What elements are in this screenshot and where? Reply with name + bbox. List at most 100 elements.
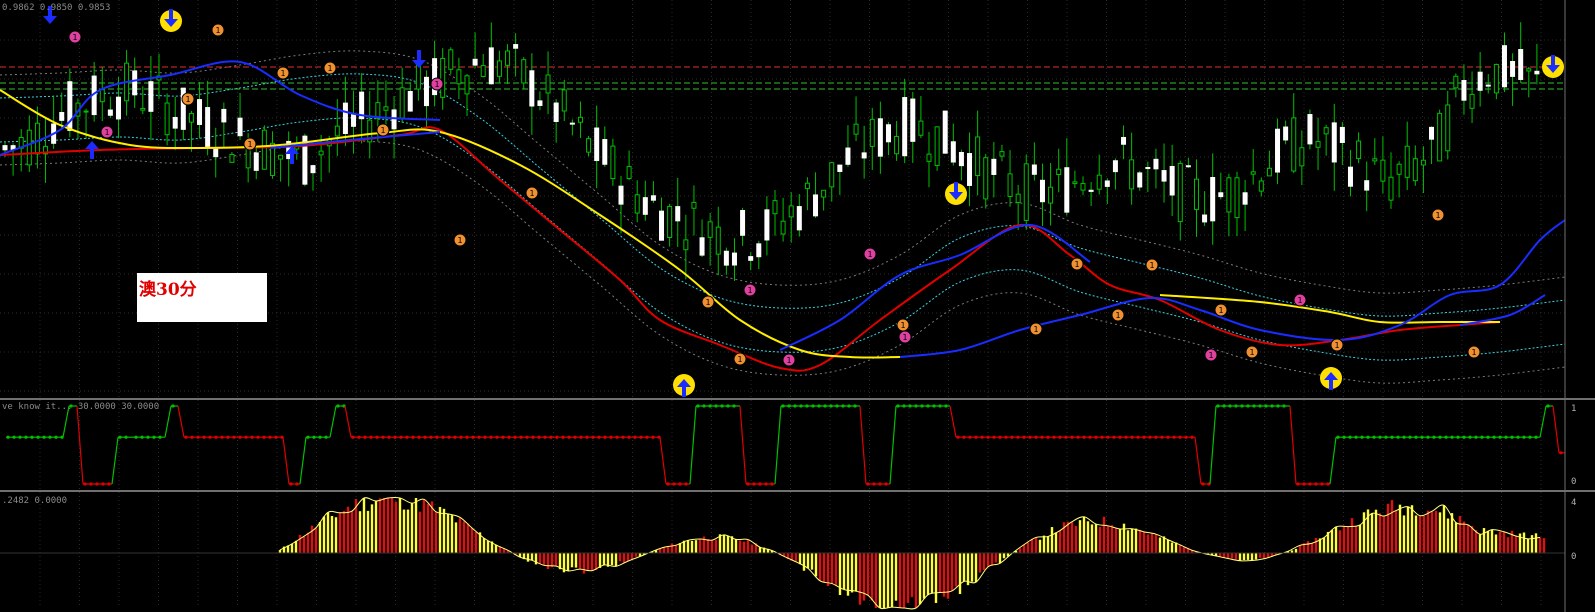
candle-body — [553, 102, 559, 122]
candle-body — [1137, 172, 1143, 188]
candle-body — [1023, 163, 1029, 221]
osc-dot — [1282, 404, 1286, 408]
candle-body — [140, 107, 146, 111]
candle-body — [1242, 192, 1248, 205]
osc-dot — [429, 435, 433, 439]
candle-body — [148, 81, 154, 112]
osc-dot — [1492, 435, 1496, 439]
osc-dot — [817, 404, 821, 408]
osc-dot — [1504, 435, 1508, 439]
osc-dot — [1040, 435, 1044, 439]
osc-dot — [1184, 435, 1188, 439]
candle-body — [1161, 170, 1167, 182]
candle-body — [1226, 177, 1232, 213]
candle-body — [1356, 140, 1362, 160]
osc-dot — [318, 435, 322, 439]
osc-dot — [1112, 435, 1116, 439]
candle-body — [1485, 84, 1491, 87]
osc-dot — [495, 435, 499, 439]
osc-scale-top: 1 — [1571, 404, 1577, 414]
candle-body — [1404, 145, 1410, 178]
osc-dot — [1420, 435, 1424, 439]
candle-body — [456, 69, 462, 85]
hist-scale-zero: 0 — [1571, 552, 1577, 562]
candle-body — [448, 49, 454, 70]
osc-dot — [627, 435, 631, 439]
osc-dot — [1022, 435, 1026, 439]
osc-swing — [1209, 405, 1217, 485]
osc-dot — [1178, 435, 1182, 439]
osc-dot — [1450, 435, 1454, 439]
candle-body — [172, 116, 178, 129]
candle-body — [618, 185, 624, 205]
candle-body — [197, 99, 203, 125]
osc-dot — [938, 404, 942, 408]
candle-body — [796, 206, 802, 231]
osc-dot — [841, 404, 845, 408]
candle-body — [1347, 166, 1353, 187]
candle-body — [26, 129, 32, 166]
candle-body — [1331, 122, 1337, 163]
candle-body — [813, 194, 819, 217]
candle-body — [586, 138, 592, 153]
osc-dot — [998, 435, 1002, 439]
candle-body — [1072, 181, 1078, 185]
candle-body — [221, 108, 227, 123]
osc-dot — [974, 435, 978, 439]
fast-ema-line — [0, 126, 1501, 372]
osc-dot — [1444, 435, 1448, 439]
osc-dot — [1372, 435, 1376, 439]
candle-body — [602, 139, 608, 165]
osc-swing — [344, 405, 352, 438]
osc-dot — [770, 482, 774, 486]
candle-body — [731, 252, 737, 266]
osc-swing — [282, 437, 290, 485]
osc-dot — [274, 435, 278, 439]
candle-body — [885, 124, 891, 143]
osc-dot — [672, 482, 676, 486]
osc-dot — [591, 435, 595, 439]
osc-dot — [720, 404, 724, 408]
candle-body — [310, 165, 316, 174]
osc-dot — [387, 435, 391, 439]
osc-dot — [799, 404, 803, 408]
osc-dot — [1166, 435, 1170, 439]
osc-dot — [896, 404, 900, 408]
osc-dot — [1462, 435, 1466, 439]
osc-dot — [902, 404, 906, 408]
candle-body — [318, 150, 324, 156]
osc-dot — [134, 435, 138, 439]
marker-digit: 1 — [529, 189, 534, 198]
osc-dot — [986, 435, 990, 439]
candle-body — [1437, 112, 1443, 162]
osc-dot — [609, 435, 613, 439]
osc-dot — [399, 435, 403, 439]
osc-dot — [1160, 435, 1164, 439]
osc-dot — [202, 435, 206, 439]
candle-body — [213, 148, 219, 158]
marker-digit: 1 — [900, 321, 905, 330]
osc-dot — [190, 435, 194, 439]
candle-body — [715, 226, 721, 255]
osc-dot — [1216, 404, 1220, 408]
candle-body — [1104, 180, 1110, 187]
mid-ema-line-1b — [269, 131, 441, 149]
candle-body — [464, 75, 470, 95]
osc-dot — [417, 435, 421, 439]
osc-dot — [633, 435, 637, 439]
candle-body — [1064, 167, 1070, 213]
osc-swing — [1329, 437, 1337, 485]
osc-dot — [980, 435, 984, 439]
osc-dot — [519, 435, 523, 439]
osc-dot — [1252, 404, 1256, 408]
osc-dot — [1004, 435, 1008, 439]
candle-body — [1453, 75, 1459, 89]
osc-dot — [405, 435, 409, 439]
candle-body — [107, 109, 113, 116]
candle-body — [764, 209, 770, 241]
osc-dot — [1136, 435, 1140, 439]
candle-body — [999, 151, 1005, 157]
marker-digit: 1 — [1033, 325, 1038, 334]
osc-dot — [884, 482, 888, 486]
osc-dot — [381, 435, 385, 439]
